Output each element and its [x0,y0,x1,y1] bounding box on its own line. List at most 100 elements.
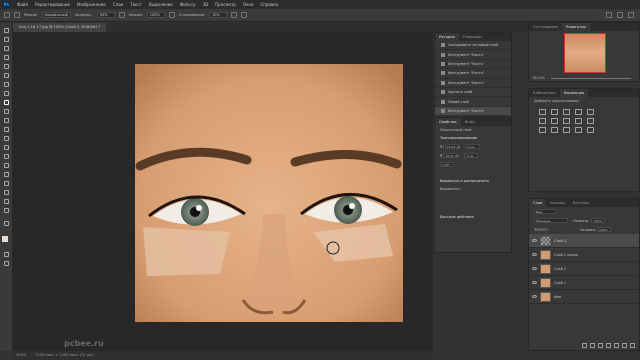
width-field[interactable]: 16,93 см [444,144,460,149]
symmetry-icon[interactable] [240,12,247,18]
layer-row[interactable]: Слой 1 [529,276,639,290]
menu-type[interactable]: Текст [130,2,142,7]
move-tool-icon[interactable] [3,27,10,33]
align-section[interactable]: Выровнять и распределить [435,177,511,185]
eyedropper-tool-icon[interactable] [3,81,10,87]
smoothing-field[interactable]: 10% [208,12,227,18]
y-field[interactable]: 0 см [464,153,479,158]
gear-icon[interactable] [230,12,237,18]
tab-properties[interactable]: Свойства [435,118,461,126]
vibrance-icon[interactable] [587,109,594,115]
eraser-tool-icon[interactable] [3,126,10,132]
brush-tool-icon[interactable] [3,99,10,105]
menu-3d[interactable]: 3D [203,2,209,7]
pen-tool-icon[interactable] [3,162,10,168]
layer-opacity-field[interactable]: 100% [591,218,606,223]
hand-tool-icon[interactable] [3,198,10,204]
menu-help[interactable]: Справка [260,2,278,7]
selective-color-icon[interactable] [587,127,594,133]
menu-select[interactable]: Выделение [149,2,173,7]
visibility-eye-icon[interactable] [532,295,537,298]
history-item-current[interactable]: Инструмент "Кисть" [435,106,511,117]
menu-filter[interactable]: Фильтр [180,2,196,7]
app-logo[interactable]: Ps [3,1,10,8]
visibility-eye-icon[interactable] [532,239,537,242]
frame-tool-icon[interactable] [3,72,10,78]
menu-view[interactable]: Просмотр [215,2,236,7]
brightness-icon[interactable] [539,109,546,115]
visibility-eye-icon[interactable] [532,281,537,284]
navigator-zoom-slider[interactable] [551,78,631,79]
layer-row[interactable]: Слой 1 копия [529,248,639,262]
navigator-zoom[interactable]: 100,4% [532,76,545,80]
healing-brush-tool-icon[interactable] [3,90,10,96]
document-tab[interactable]: imp-1-16-17.jpg @ 100% (Слой 2, RGB/8#) … [13,23,107,32]
visibility-eye-icon[interactable] [532,267,537,270]
x-field[interactable]: 0 см [465,144,480,149]
fill-field[interactable]: 100% [597,227,612,232]
tab-libraries[interactable]: Библиотеки [529,89,560,97]
tab-histogram[interactable]: Гистограмма [529,23,562,31]
black-white-icon[interactable] [563,118,570,124]
airbrush-icon[interactable] [168,12,175,18]
layer-row[interactable]: Слой 3 [529,234,639,248]
tab-channels[interactable]: Каналы [546,199,568,207]
tab-actions[interactable]: Операции [459,33,486,41]
tab-layers[interactable]: Слои [529,199,547,207]
history-item[interactable]: Скопировать на новый слой [435,41,511,51]
curves-icon[interactable] [563,109,570,115]
fx-icon[interactable] [590,343,595,348]
home-icon[interactable] [4,12,10,18]
history-item[interactable]: Удалить слой [435,88,511,98]
tab-adjustments[interactable]: Коррекция [559,89,589,97]
menu-window[interactable]: Окно [243,2,254,7]
posterize-icon[interactable] [551,127,558,133]
foreground-color-swatch[interactable] [2,236,8,242]
mode-select[interactable]: Нормальный [41,12,71,18]
threshold-icon[interactable] [563,127,570,133]
new-layer-icon[interactable] [622,343,627,348]
layer-row[interactable]: Фон [529,290,639,304]
levels-icon[interactable] [551,109,558,115]
gradient-tool-icon[interactable] [3,135,10,141]
canvas-area[interactable] [13,32,433,351]
screen-mode-icon[interactable] [3,260,10,266]
history-item[interactable]: Инструмент "Кисть" [435,50,511,60]
angle-field[interactable]: 0,00° [440,162,454,167]
path-select-tool-icon[interactable] [3,180,10,186]
height-field[interactable]: 16,93 см [443,153,459,158]
trash-icon[interactable] [630,343,635,348]
photo-filter-icon[interactable] [575,118,582,124]
blend-mode-select[interactable]: Обычные [534,218,568,223]
pressure-opacity-icon[interactable] [118,12,125,18]
portrait-photo[interactable] [135,64,403,322]
dodge-tool-icon[interactable] [3,153,10,159]
menu-image[interactable]: Изображение [77,2,106,7]
more-tools-icon[interactable] [3,220,10,226]
layer-filter-select[interactable]: Вид [534,209,556,214]
navigator-thumbnail[interactable] [564,33,606,73]
layer-row[interactable]: Слой 2 [529,262,639,276]
gradient-map-icon[interactable] [575,127,582,133]
zoom-tool-icon[interactable] [3,207,10,213]
mask-icon[interactable] [598,343,603,348]
share-icon[interactable] [628,12,634,18]
history-item[interactable]: Инструмент "Кисть" [435,69,511,79]
blur-tool-icon[interactable] [3,144,10,150]
history-item[interactable]: Инструмент "Кисть" [435,79,511,88]
flow-field[interactable]: 100% [146,12,165,18]
crop-tool-icon[interactable] [3,63,10,69]
zoom-readout[interactable]: 100% [16,353,26,357]
visibility-eye-icon[interactable] [532,253,537,256]
tab-history[interactable]: История [435,33,459,41]
shape-tool-icon[interactable] [3,189,10,195]
menu-edit[interactable]: Редактирование [35,2,70,7]
menu-layer[interactable]: Слои [113,2,123,7]
quick-mask-icon[interactable] [3,251,10,257]
search-icon[interactable] [606,12,612,18]
invert-icon[interactable] [539,127,546,133]
history-brush-tool-icon[interactable] [3,117,10,123]
marquee-tool-icon[interactable] [3,36,10,42]
history-item[interactable]: Новый слой [435,97,511,107]
transform-section[interactable]: Трансформирование [435,134,511,142]
